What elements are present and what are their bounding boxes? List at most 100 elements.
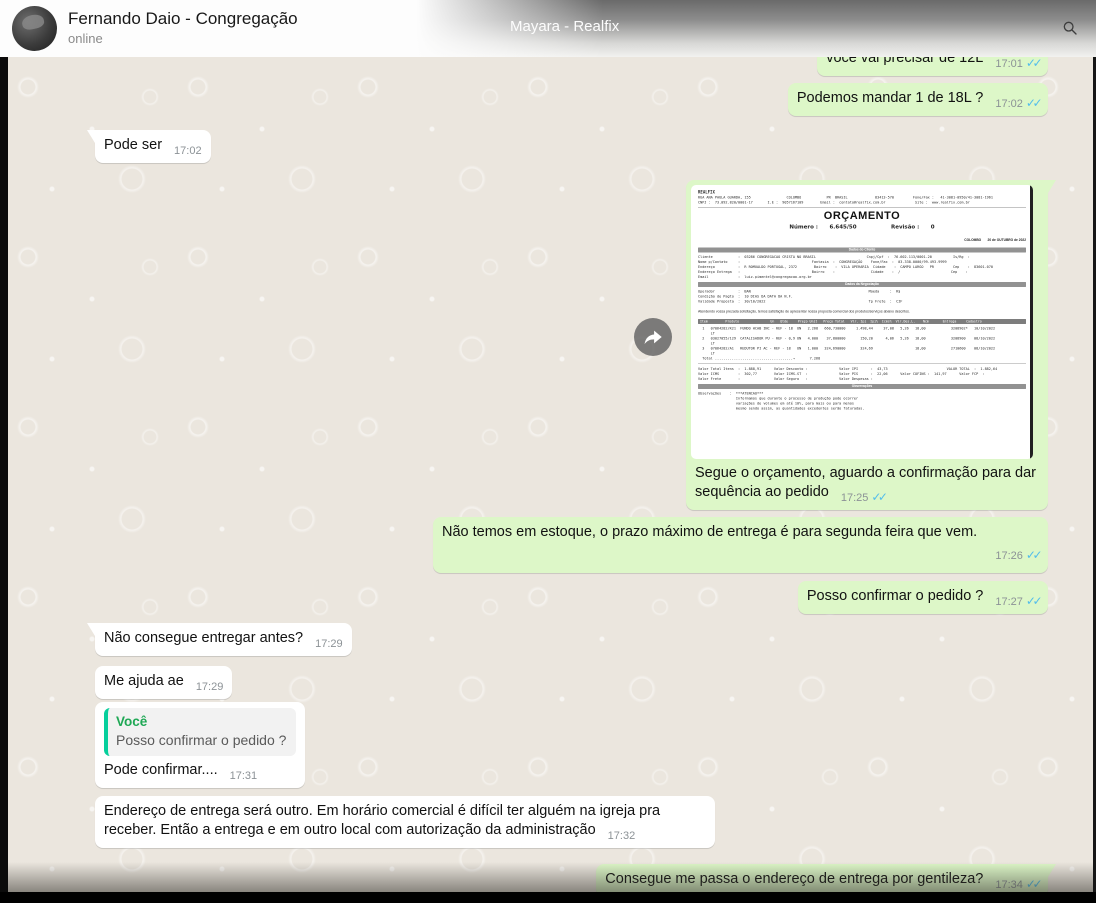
document-item-row: 1 07064282/K21 FUNDO HCAB INC - REF - 18… <box>698 326 1026 331</box>
message-row: Podemos mandar 1 de 18L ? 17:02✓✓ <box>8 83 1093 116</box>
message-bubble-incoming[interactable]: Me ajuda ae 17:29 <box>95 666 232 699</box>
message-time: 17:32 <box>608 830 636 842</box>
message-meta: 17:31 <box>230 767 258 786</box>
document-item-row: 2 03027055/129 CATALISADOR PU - REF - 0,… <box>698 336 1026 341</box>
document-section-negotiation: Dados da Negociação <box>698 282 1026 287</box>
message-bubble-outgoing[interactable]: Não temos em estoque, o prazo máximo de … <box>433 517 1048 573</box>
message-text: Podemos mandar 1 de 18L ? <box>797 90 983 106</box>
message-row: Me ajuda ae 17:29 <box>8 666 1093 699</box>
message-text: Me ajuda ae <box>104 673 184 689</box>
message-time: 17:01 <box>995 58 1023 70</box>
message-text: Não temos em estoque, o prazo máximo de … <box>442 524 977 540</box>
message-text: Endereço de entrega será outro. Em horár… <box>104 803 660 838</box>
document-content: REALFIX RUA ANA PAULA GUARDA, 155 COLOMB… <box>691 185 1033 459</box>
message-bubble-outgoing[interactable]: voce vai precisar de 12L 17:01✓✓ <box>817 57 1048 76</box>
message-meta: 17:02✓✓ <box>995 94 1039 114</box>
read-ticks-icon: ✓✓ <box>1026 96 1039 110</box>
message-row: Pode ser 17:02 <box>8 130 1093 163</box>
message-bubble-incoming[interactable]: Pode ser 17:02 <box>95 130 211 163</box>
document-obs-line: mesmo sendo assim, as quantidades excede… <box>698 406 1026 411</box>
message-time: 17:02 <box>174 145 202 157</box>
message-bubble-outgoing[interactable]: Consegue me passa o endereço de entrega … <box>596 864 1048 892</box>
message-bubble-incoming[interactable]: Não consegue entregar antes? 17:29 <box>95 623 352 656</box>
message-row: Endereço de entrega será outro. Em horár… <box>8 796 1093 848</box>
message-bubble-incoming-with-quote[interactable]: Você Posso confirmar o pedido ? Pode con… <box>95 702 305 788</box>
message-text: Pode confirmar.... <box>104 762 218 778</box>
message-row: REALFIX RUA ANA PAULA GUARDA, 155 COLOMB… <box>8 180 1093 510</box>
document-number-line: Número : 6.645/50 Revisão : 0 <box>698 222 1026 232</box>
message-meta: 17:29 <box>315 635 343 654</box>
document-letterhead-line: CNPJ : 73.092.820/0001-17 I.E : 90571671… <box>698 200 1026 205</box>
contact-info[interactable]: Fernando Daio - Congregação online <box>68 8 298 47</box>
message-row: Posso confirmar o pedido ? 17:27✓✓ <box>8 581 1093 614</box>
message-stream: voce vai precisar de 12L17:01✓✓ Podemos … <box>8 57 1093 892</box>
message-time: 17:26 <box>995 550 1023 562</box>
divider <box>698 207 1026 208</box>
left-black-edge <box>0 57 8 903</box>
document-title: ORÇAMENTO <box>698 211 1026 221</box>
document-totals-line: Valor Frete : Valor Seguro : Valor Despe… <box>698 377 1026 382</box>
message-meta: 17:25✓✓ <box>841 488 885 508</box>
document-negotiation-line: Validade Proposta : 30/10/2022 Tp Frete … <box>698 299 1026 304</box>
whatsapp-window: voce vai precisar de 12L17:01✓✓ Podemos … <box>0 0 1096 903</box>
message-bubble-incoming[interactable]: Endereço de entrega será outro. Em horár… <box>95 796 715 848</box>
message-time: 17:34 <box>995 879 1023 891</box>
quoted-author: Você <box>116 713 286 731</box>
message-text: Posso confirmar o pedido ? <box>807 588 984 604</box>
message-bubble-document[interactable]: REALFIX RUA ANA PAULA GUARDA, 155 COLOMB… <box>686 180 1048 510</box>
message-row: voce vai precisar de 12L 17:01✓✓ <box>8 57 1093 76</box>
message-text: voce vai precisar de 12L <box>826 57 983 66</box>
message-text: Não consegue entregar antes? <box>104 630 303 646</box>
read-ticks-icon: ✓✓ <box>871 490 884 504</box>
document-item-row: 3 07064282/A1 REDUTOR PI AC - REF - 18 U… <box>698 346 1026 351</box>
chat-header: Fernando Daio - Congregação online Mayar… <box>0 0 1096 57</box>
forward-arrow-icon <box>642 326 664 348</box>
read-ticks-icon: ✓✓ <box>1026 877 1039 891</box>
forward-button[interactable] <box>634 318 672 356</box>
message-row: Consegue me passa o endereço de entrega … <box>8 864 1093 892</box>
document-totals-block: Valor Total Itens : 1.888,91 Valor Desco… <box>698 364 1026 382</box>
bottom-black-bar <box>0 892 1096 903</box>
message-meta: 17:29 <box>196 678 224 697</box>
read-ticks-icon: ✓✓ <box>1026 594 1039 608</box>
contact-status: online <box>68 30 298 47</box>
chat-area: voce vai precisar de 12L17:01✓✓ Podemos … <box>0 57 1096 892</box>
message-bubble-outgoing[interactable]: Podemos mandar 1 de 18L ? 17:02✓✓ <box>788 83 1048 116</box>
message-bubble-outgoing[interactable]: Posso confirmar o pedido ? 17:27✓✓ <box>798 581 1048 614</box>
document-note: Atendendo vossa prezada solicitação, tem… <box>698 307 1026 317</box>
message-row: Não temos em estoque, o prazo máximo de … <box>8 517 1093 573</box>
document-items-table-header: Item Produto Un Qtde Preço Unit Preço To… <box>698 319 1026 324</box>
document-scrollbar-strip <box>1030 185 1033 459</box>
document-section-client: Dados do Cliente <box>698 248 1026 253</box>
message-time: 17:29 <box>315 638 343 650</box>
message-meta: 17:01✓✓ <box>995 57 1039 74</box>
message-meta: 17:32 <box>608 827 636 846</box>
contact-avatar[interactable] <box>12 6 57 51</box>
message-time: 17:29 <box>196 681 224 693</box>
read-ticks-icon: ✓✓ <box>1026 57 1039 70</box>
message-time: 17:02 <box>995 98 1023 110</box>
message-time: 17:25 <box>841 492 869 504</box>
background-window-title: Mayara - Realfix <box>510 18 619 35</box>
quoted-text: Posso confirmar o pedido ? <box>116 731 286 750</box>
message-row: Não consegue entregar antes? 17:29 <box>8 623 1093 656</box>
document-client-line: Email : luiz.pimentel@congregacao.org.br <box>698 275 1026 280</box>
message-row: Você Posso confirmar o pedido ? Pode con… <box>8 702 1093 788</box>
message-time: 17:31 <box>230 770 258 782</box>
message-meta: 17:34✓✓ <box>995 875 1039 892</box>
message-meta: 17:26✓✓ <box>442 546 1039 566</box>
quoted-message[interactable]: Você Posso confirmar o pedido ? <box>104 708 296 756</box>
document-item-total-row: Total ..................................… <box>698 356 1026 361</box>
contact-name: Fernando Daio - Congregação <box>68 8 298 30</box>
document-preview-image[interactable]: REALFIX RUA ANA PAULA GUARDA, 155 COLOMB… <box>691 185 1033 459</box>
document-section-observations: Observações <box>698 384 1026 389</box>
document-place-date: COLOMBO 20 de OUTUBRO de 2022 <box>698 236 1026 246</box>
message-caption: Segue o orçamento, aguardo a confirmação… <box>691 459 1043 505</box>
message-text: Pode ser <box>104 137 162 153</box>
message-text: Consegue me passa o endereço de entrega … <box>605 871 983 887</box>
search-button[interactable] <box>1056 14 1084 42</box>
message-meta: 17:27✓✓ <box>995 592 1039 612</box>
read-ticks-icon: ✓✓ <box>1026 548 1039 562</box>
message-meta: 17:02 <box>174 142 202 161</box>
message-time: 17:27 <box>995 596 1023 608</box>
